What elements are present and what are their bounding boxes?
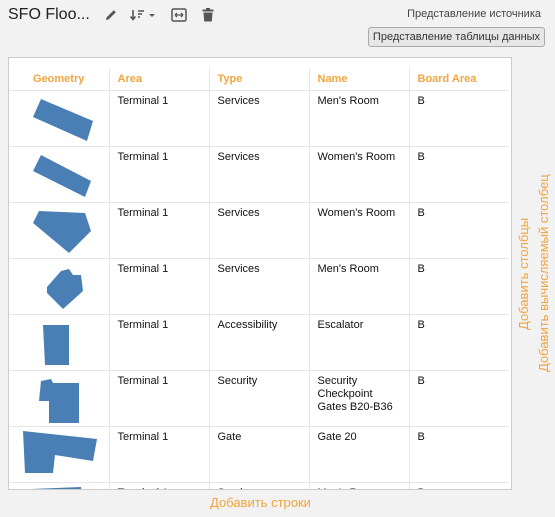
board-area-cell: B xyxy=(408,482,509,489)
edit-button[interactable] xyxy=(102,6,120,24)
column-header-area[interactable]: Area xyxy=(108,68,209,91)
area-cell: Terminal 1 xyxy=(108,90,209,147)
geometry-shape xyxy=(47,268,83,309)
column-header-geometry[interactable]: Geometry xyxy=(9,68,109,91)
table-row[interactable]: Terminal 1 Security Security Checkpoint … xyxy=(9,370,509,427)
geometry-shape xyxy=(33,154,91,197)
table-row[interactable]: Terminal 1 Services Men's Room B xyxy=(9,258,509,315)
geometry-shape xyxy=(23,430,97,473)
area-cell: Terminal 1 xyxy=(108,146,209,203)
sort-button[interactable] xyxy=(128,6,158,24)
name-cell: Women's Room xyxy=(308,202,409,259)
dataset-title: SFO Floo... xyxy=(8,6,90,23)
board-area-cell: B xyxy=(408,146,509,203)
board-area-cell: B xyxy=(408,426,509,483)
geometry-shape xyxy=(31,486,82,489)
geometry-cell xyxy=(9,426,109,483)
name-cell: Escalator xyxy=(308,314,409,371)
table-row[interactable]: Terminal 1 Services Women's Room B xyxy=(9,202,509,259)
type-cell: Services xyxy=(208,258,309,315)
name-cell: Gate 20 xyxy=(308,426,409,483)
geometry-shape xyxy=(33,98,93,141)
area-cell: Terminal 1 xyxy=(108,258,209,315)
board-area-cell: B xyxy=(408,314,509,371)
trash-icon xyxy=(202,8,214,22)
geometry-cell xyxy=(9,146,109,203)
board-area-cell: B xyxy=(408,370,509,427)
geometry-cell xyxy=(9,314,109,371)
sort-icon xyxy=(129,10,155,21)
delete-button[interactable] xyxy=(199,6,217,24)
geometry-shape xyxy=(39,378,79,423)
type-cell: Accessibility xyxy=(208,314,309,371)
board-area-cell: B xyxy=(408,90,509,147)
area-cell: Terminal 1 xyxy=(108,202,209,259)
data-table-panel: Geometry Area Type Name Board Area Termi… xyxy=(8,57,512,490)
column-header-type[interactable]: Type xyxy=(208,68,309,91)
area-cell: Terminal 1 xyxy=(108,314,209,371)
column-header-board-area[interactable]: Board Area xyxy=(408,68,509,91)
header: SFO Floo... Представление источника xyxy=(0,0,555,30)
source-view-link[interactable]: Представление источника xyxy=(407,8,541,20)
geometry-shape xyxy=(43,324,69,365)
table-row[interactable]: Terminal 1 Services Men's Room B xyxy=(9,482,509,489)
type-cell: Services xyxy=(208,90,309,147)
type-cell: Security xyxy=(208,370,309,427)
table-view-button[interactable]: Представление таблицы данных xyxy=(368,27,545,47)
add-calculated-column-link[interactable]: Добавить вычисляемый столбец xyxy=(536,174,551,372)
fit-width-button[interactable] xyxy=(170,6,188,24)
name-cell: Men's Room xyxy=(308,90,409,147)
board-area-cell: B xyxy=(408,258,509,315)
type-cell: Services xyxy=(208,482,309,489)
area-cell: Terminal 1 xyxy=(108,482,209,489)
name-cell: Men's Room xyxy=(308,258,409,315)
pencil-icon xyxy=(106,10,116,20)
area-cell: Terminal 1 xyxy=(108,370,209,427)
geometry-cell xyxy=(9,370,109,427)
type-cell: Services xyxy=(208,202,309,259)
name-cell: Security Checkpoint Gates B20-B36 xyxy=(308,370,409,427)
table-header-row: Geometry Area Type Name Board Area xyxy=(9,68,509,91)
geometry-cell xyxy=(9,482,109,489)
add-columns-link[interactable]: Добавить столбцы xyxy=(516,218,531,330)
table-row[interactable]: Terminal 1 Services Women's Room B xyxy=(9,146,509,203)
geometry-cell xyxy=(9,90,109,147)
type-cell: Services xyxy=(208,146,309,203)
table-row[interactable]: Terminal 1 Accessibility Escalator B xyxy=(9,314,509,371)
type-cell: Gate xyxy=(208,426,309,483)
data-table: Geometry Area Type Name Board Area Termi… xyxy=(9,68,509,489)
board-area-cell: B xyxy=(408,202,509,259)
name-cell: Men's Room xyxy=(308,482,409,489)
geometry-shape xyxy=(33,210,91,253)
area-cell: Terminal 1 xyxy=(108,426,209,483)
table-row[interactable]: Terminal 1 Gate Gate 20 B xyxy=(9,426,509,483)
geometry-cell xyxy=(9,258,109,315)
name-cell: Women's Room xyxy=(308,146,409,203)
add-rows-link[interactable]: Добавить строки xyxy=(210,495,311,510)
geometry-cell xyxy=(9,202,109,259)
fit-width-icon xyxy=(171,8,187,22)
column-header-name[interactable]: Name xyxy=(308,68,409,91)
table-row[interactable]: Terminal 1 Services Men's Room B xyxy=(9,90,509,147)
